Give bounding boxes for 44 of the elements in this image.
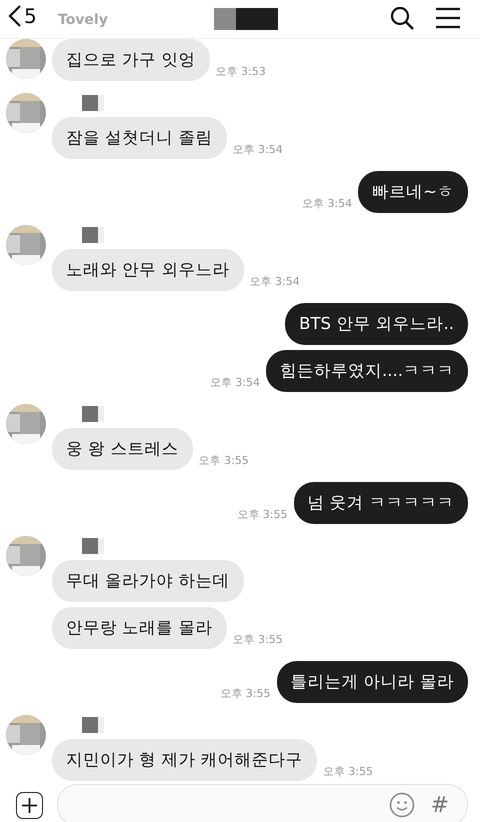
back-icon — [8, 4, 22, 28]
message-time: 오후 3:54 — [250, 274, 300, 289]
message-bubble: 노래와 안무 외우느라 — [52, 249, 244, 291]
message-time: 오후 3:55 — [198, 453, 249, 468]
message-time: 오후 3:55 — [232, 632, 283, 647]
search-button[interactable] — [388, 4, 416, 32]
message-bubble: 웅 왕 스트레스 — [52, 428, 192, 470]
chat-name: Tovely — [58, 12, 108, 28]
redacted-name — [82, 538, 104, 554]
avatar[interactable] — [6, 404, 46, 444]
message-time: 오후 3:54 — [232, 142, 283, 157]
avatar[interactable] — [6, 536, 46, 576]
redacted-name — [82, 95, 104, 111]
message-time: 오후 3:53 — [216, 64, 266, 79]
message-bubble: 넘 웃겨 ㅋㅋㅋㅋㅋ — [294, 482, 468, 524]
message-time: 오후 3:54 — [210, 375, 260, 390]
redacted-name — [82, 227, 104, 243]
message-bubble: BTS 안무 외우느라.. — [285, 303, 468, 345]
message-bubble: 빠르네~ㅎ — [358, 171, 468, 213]
message-bubble: 무대 올라가야 하는데 — [52, 560, 244, 602]
redacted-name — [82, 406, 104, 422]
message-time: 오후 3:54 — [302, 196, 352, 211]
message-input-field[interactable]: # — [57, 784, 468, 822]
message-bubble: 틀리는게 아니라 몰라 — [276, 661, 468, 703]
message-bubble: 힘든하루였지....ㅋㅋㅋ — [266, 350, 468, 392]
message-bubble: 잠을 설쳣더니 졸림 — [52, 117, 226, 159]
message-bubble: 지민이가 형 제가 캐어해준다구 — [52, 739, 317, 781]
message-time: 오후 3:55 — [237, 507, 288, 522]
message-bubble: 집으로 가구 잇엉 — [52, 39, 210, 81]
emoji-icon[interactable] — [388, 792, 415, 818]
message-bubble: 안무랑 노래를 몰라 — [52, 607, 226, 649]
plus-icon — [21, 796, 38, 814]
redacted-name — [82, 717, 104, 733]
avatar[interactable] — [6, 39, 46, 79]
message-time: 오후 3:55 — [220, 686, 270, 701]
add-button[interactable] — [16, 792, 43, 818]
avatar[interactable] — [6, 225, 46, 265]
hashtag-button[interactable]: # — [430, 792, 449, 818]
search-icon — [388, 4, 416, 32]
back-button[interactable]: 5 — [8, 4, 37, 28]
message-time: 오후 3:55 — [322, 764, 373, 779]
avatar[interactable] — [6, 715, 46, 755]
avatar[interactable] — [6, 93, 46, 133]
redacted-title — [214, 8, 278, 30]
